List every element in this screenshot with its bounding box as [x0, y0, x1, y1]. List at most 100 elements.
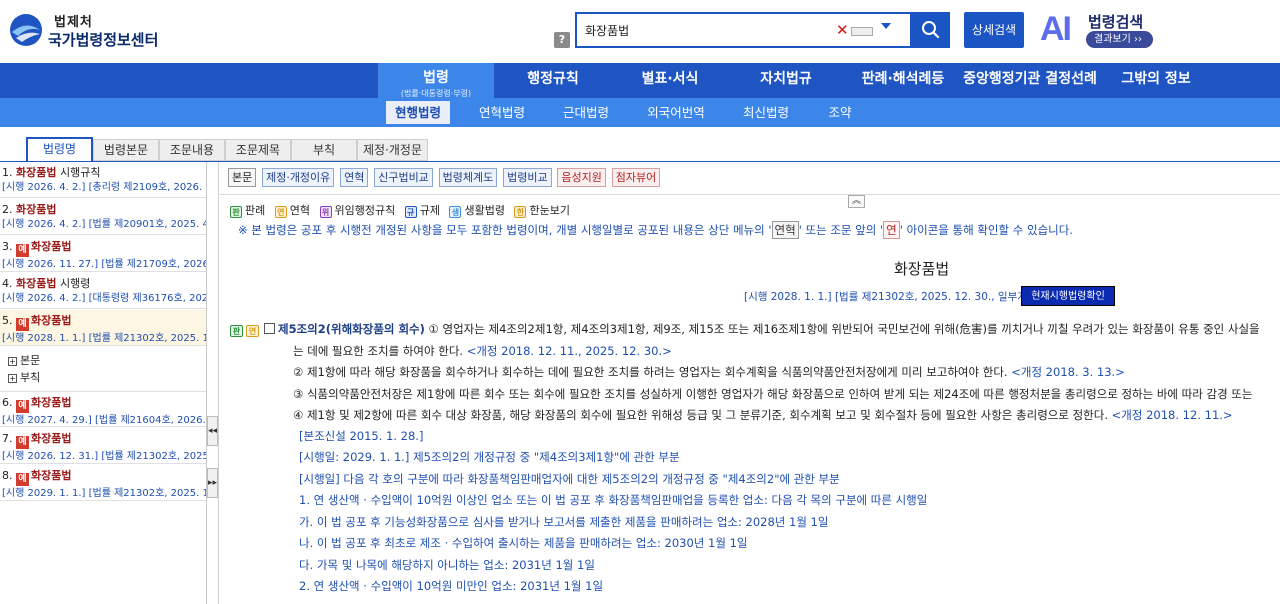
effective-date-item: 나. 이 법 공포 후 최초로 제조 · 수입하여 출시하는 제품을 판매하려는…: [299, 536, 748, 550]
revision-link[interactable]: <개정 2018. 12. 11.>: [1112, 408, 1233, 422]
law-structure-button[interactable]: 법령체계도: [438, 168, 498, 187]
precedent-icon: 판: [230, 206, 242, 218]
item-number: 1.: [2, 166, 13, 179]
collapse-left-icon[interactable]: ◂◂: [207, 416, 218, 446]
history-icon[interactable]: 연: [246, 325, 259, 337]
list-item[interactable]: 2. 화장품법 [시행 2026. 4. 2.] [법률 제20901호, 20…: [0, 199, 207, 235]
nav-agency-decisions[interactable]: 중앙행정기관 결정선례: [962, 63, 1098, 98]
item-number: 8.: [2, 469, 13, 482]
tab-addenda[interactable]: 부칙: [291, 139, 357, 161]
nav-local-laws[interactable]: 자치법규: [728, 63, 844, 98]
search-input[interactable]: [585, 20, 825, 40]
law-info: [시행 2026. 4. 2.] [대통령령 제36176호, 202: [2, 293, 207, 304]
tab-law-name[interactable]: 법령명: [26, 137, 93, 162]
revision-reason-button[interactable]: 제정·개정이유: [262, 168, 335, 187]
regulation-icon: 규: [404, 206, 417, 218]
braille-viewer-button[interactable]: 점자뷰어: [611, 168, 661, 187]
scheduled-badge-icon: 예: [16, 436, 29, 449]
detail-search-button[interactable]: 상세검색: [964, 12, 1024, 48]
tree-node-addenda[interactable]: + 부칙: [8, 369, 40, 385]
sub-nav: 현행법령 연혁법령 근대법령 외국어번역 최신법령 조약: [0, 98, 1280, 127]
notice-part: ' 아이콘을 통해 확인할 수 있습니다.: [899, 223, 1073, 237]
moleg-emblem-icon: [10, 14, 42, 46]
item-number: 5.: [2, 314, 13, 327]
law-kind: 시행령: [56, 277, 91, 290]
search-button[interactable]: [912, 12, 950, 48]
scheduled-badge-icon: 예: [16, 400, 29, 413]
law-info: [시행 2026. 12. 31.] [법률 제21302호, 2025.: [2, 451, 207, 462]
legend-label: 위임행정규칙: [334, 204, 396, 217]
history-small-tag: 연: [883, 221, 900, 239]
org-small-name: 법제처: [54, 15, 93, 30]
nav-law[interactable]: 법령 (법률·대통령령·부령): [378, 63, 494, 98]
search-help-button[interactable]: ?: [554, 32, 570, 48]
virtual-keyboard-icon[interactable]: [851, 27, 873, 36]
item-number: 7.: [2, 432, 13, 445]
list-item[interactable]: 7. 예 화장품법 [시행 2026. 12. 31.] [법률 제21302호,…: [0, 428, 207, 464]
history-tag[interactable]: 연혁: [771, 221, 799, 239]
list-item[interactable]: 3. 예 화장품법 [시행 2026. 11. 27.] [법률 제21709호,…: [0, 236, 206, 272]
subnav-current-laws[interactable]: 현행법령: [386, 101, 450, 124]
list-item-selected[interactable]: 5. 예 화장품법 [시행 2028. 1. 1.] [법률 제21302호, 2…: [0, 310, 206, 346]
toolbar-divider: [220, 194, 1280, 195]
clear-search-icon[interactable]: ✕: [836, 20, 849, 40]
precedent-icon[interactable]: 판: [230, 325, 243, 337]
law-name: 화장품법: [16, 277, 57, 290]
law-info: [시행 2026. 4. 2.] [법률 제20901호, 2025. 4,: [2, 219, 207, 230]
nav-precedents[interactable]: 판례·해석례등: [844, 63, 962, 98]
law-kind: 시행규칙: [56, 166, 101, 179]
ai-law-search[interactable]: AI 법령검색 결과보기 ››: [1036, 8, 1166, 52]
revision-link[interactable]: <개정 2018. 3. 13.>: [1011, 365, 1125, 379]
chevron-down-icon[interactable]: [881, 23, 891, 29]
law-name: 화장품법: [31, 396, 72, 409]
paragraph-1-cont: 는 데에 필요한 조치를 하여야 한다. <개정 2018. 12. 11., …: [293, 343, 672, 359]
ai-results-button[interactable]: 결과보기 ››: [1086, 31, 1153, 48]
law-compare-button[interactable]: 법령비교: [503, 168, 552, 187]
list-item[interactable]: 1. 화장품법 시행규칙 [시행 2026. 4. 2.] [총리령 제2109…: [0, 162, 206, 198]
tree-label: 부칙: [20, 371, 41, 384]
expand-icon: +: [8, 374, 17, 383]
main-nav: 법령 (법률·대통령령·부령) 행정규칙 별표·서식 자치법규 판례·해석례등 …: [0, 63, 1280, 98]
history-icon: 연: [274, 206, 287, 218]
body-button[interactable]: 본문: [228, 168, 257, 187]
delegated-rule-icon: 위: [319, 206, 332, 218]
panel-splitter[interactable]: ◂◂ ▸▸: [207, 162, 219, 604]
list-item[interactable]: 6. 예 화장품법 [시행 2027. 4. 29.] [법률 제21604호, …: [0, 391, 206, 427]
tree-label: 본문: [20, 354, 41, 367]
tab-enactment-text[interactable]: 제정·개정문: [357, 139, 428, 161]
paragraph-3: ③ 식품의약품안전처장은 제1항에 따른 회수 또는 회수에 필요한 조치를 성…: [293, 387, 1253, 401]
expand-right-icon[interactable]: ▸▸: [207, 468, 218, 498]
subnav-treaties[interactable]: 조약: [818, 101, 862, 124]
history-button[interactable]: 연혁: [340, 168, 369, 187]
header: 법제처 국가법령정보센터 ? ✕ 상세검색 AI 법령검색 결과보기 ››: [0, 0, 1280, 63]
subnav-latest-laws[interactable]: 최신법령: [734, 101, 798, 124]
list-item[interactable]: 8. 예 화장품법 [시행 2029. 1. 1.] [법률 제21302호, 2…: [0, 465, 206, 501]
life-law-icon: 생: [449, 206, 462, 218]
effective-date-item: 다. 가목 및 나목에 해당하지 아니하는 업소: 2031년 1월 1일: [299, 558, 595, 572]
scheduled-badge-icon: 예: [16, 244, 29, 257]
list-item[interactable]: 4. 화장품법 시행령 [시행 2026. 4. 2.] [대통령령 제3617…: [0, 273, 207, 309]
nav-tables-forms[interactable]: 별표·서식: [612, 63, 728, 98]
subnav-translations[interactable]: 외국어번역: [640, 101, 712, 124]
subnav-history-laws[interactable]: 연혁법령: [470, 101, 534, 124]
subnav-modern-laws[interactable]: 근대법령: [554, 101, 618, 124]
law-name: 화장품법: [16, 166, 57, 179]
site-logo[interactable]: 법제처 국가법령정보센터: [8, 9, 178, 53]
old-new-compare-button[interactable]: 신구법비교: [374, 168, 433, 187]
nav-admin-rules[interactable]: 행정규칙: [494, 63, 612, 98]
tab-article-title[interactable]: 조문제목: [225, 139, 291, 161]
expand-icon: +: [8, 357, 17, 366]
notice-part: ' 또는 조문 앞의 ': [798, 223, 884, 237]
law-title: 화장품법: [894, 260, 950, 278]
revision-link[interactable]: <개정 2018. 12. 11., 2025. 12. 30.>: [467, 344, 672, 358]
paragraph-text: ④ 제1항 및 제2항에 따른 회수 대상 화장품, 해당 화장품의 회수에 필…: [293, 408, 1112, 422]
tab-article-content[interactable]: 조문내용: [159, 139, 225, 161]
current-law-button[interactable]: 현재시행법령확인: [1021, 286, 1115, 306]
tree-node-body[interactable]: + 본문: [8, 352, 40, 368]
tab-law-body[interactable]: 법령본문: [93, 139, 159, 161]
voice-support-button[interactable]: 음성지원: [557, 168, 606, 187]
legend-label: 한눈보기: [529, 204, 570, 217]
collapse-up-icon[interactable]: ︽: [848, 195, 865, 208]
nav-other-info[interactable]: 그밖의 정보: [1098, 63, 1214, 98]
article-checkbox[interactable]: [264, 323, 275, 334]
